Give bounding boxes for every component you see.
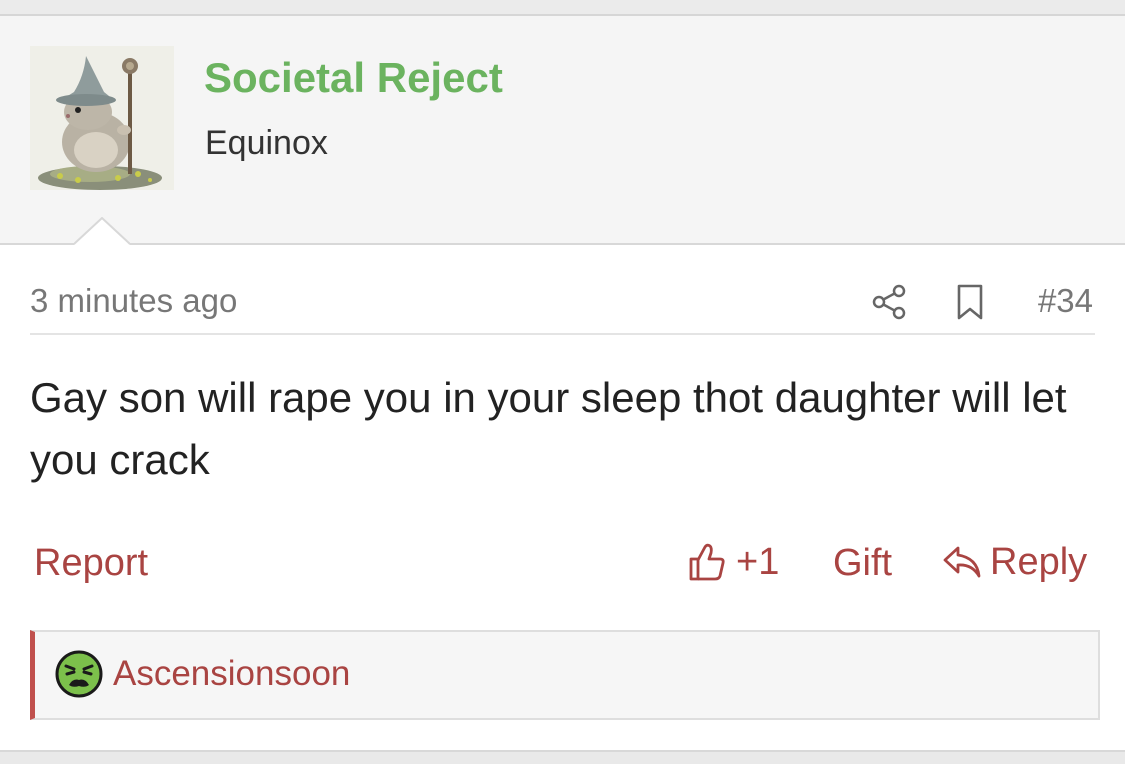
post-content: Gay son will rape you in your sleep thot… — [30, 374, 1067, 483]
post-timestamp: 3 minutes ago — [30, 282, 238, 319]
reply-arrow-icon — [943, 546, 981, 578]
bottom-separator — [0, 752, 1125, 764]
post-meta-bar: 3 minutes ago #34 — [30, 275, 1095, 335]
wizard-hamster-avatar-icon — [30, 46, 174, 190]
post-author-header: Societal Reject Equinox — [0, 16, 1125, 245]
gift-button[interactable]: Gift — [833, 540, 892, 586]
share-icon[interactable] — [870, 283, 908, 321]
reaction-username[interactable]: Ascensionsoon — [113, 652, 350, 696]
like-count: +1 — [736, 541, 780, 583]
nauseated-face-icon — [55, 650, 103, 698]
speech-pointer — [74, 217, 130, 245]
username[interactable]: Societal Reject — [204, 54, 503, 102]
page: Societal Reject Equinox 3 minutes ago #3… — [0, 0, 1125, 764]
user-title: Equinox — [205, 124, 328, 162]
post-body: 3 minutes ago #34 Gay son will rape you … — [0, 245, 1125, 752]
reply-label: Reply — [990, 541, 1088, 583]
avatar[interactable] — [30, 46, 174, 190]
reply-button[interactable]: Reply — [942, 538, 1087, 586]
like-button[interactable]: +1 — [688, 538, 779, 586]
post-number[interactable]: #34 — [1038, 281, 1093, 321]
report-button[interactable]: Report — [34, 540, 148, 586]
reaction-list: Ascensionsoon — [30, 630, 1100, 720]
bookmark-icon[interactable] — [954, 283, 986, 321]
top-separator — [0, 0, 1125, 16]
thumbs-up-icon — [689, 543, 725, 581]
